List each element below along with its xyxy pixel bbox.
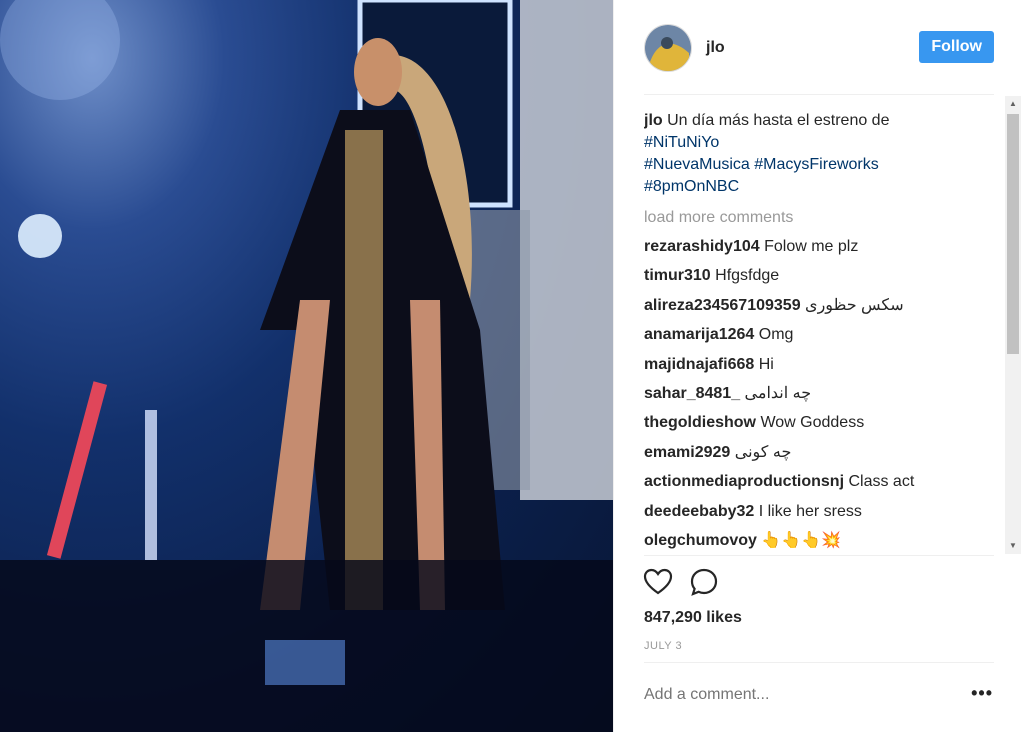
comment-text: چه کونی: [734, 443, 792, 461]
likes-count[interactable]: 847,290 likes: [644, 609, 742, 627]
caption-username[interactable]: jlo: [644, 112, 663, 129]
comment-text: Omg: [758, 326, 794, 344]
heart-icon[interactable]: [642, 566, 674, 598]
comment-item: majidnajafi668 Hi: [644, 354, 999, 376]
actions-divider: [644, 555, 994, 556]
hashtag-link[interactable]: #8pmOnNBC: [644, 178, 739, 195]
comment-username[interactable]: sahar_8481_: [644, 385, 740, 402]
add-comment-input[interactable]: [644, 686, 994, 704]
comment-text: Hi: [758, 355, 774, 373]
post-photo[interactable]: [0, 0, 613, 732]
comment-text: Wow Goddess: [760, 414, 865, 432]
caption: jlo Un día más hasta el estreno de #NiTu…: [644, 110, 999, 198]
stage-truss: [520, 0, 613, 500]
header-divider: [644, 94, 994, 95]
comment-item: sahar_8481_ چه اندامی: [644, 383, 999, 405]
comments-list: jlo Un día más hasta el estreno de #NiTu…: [644, 110, 999, 553]
post-username[interactable]: jlo: [706, 39, 725, 57]
comment-bubble-icon[interactable]: [688, 566, 720, 598]
stage-glow: [0, 0, 120, 100]
comment-username[interactable]: timur310: [644, 267, 711, 284]
comment-username[interactable]: alireza234567109359: [644, 297, 801, 314]
comment-username[interactable]: rezarashidy104: [644, 238, 760, 255]
comment-text: چه اندامی: [744, 384, 812, 402]
performer-face: [354, 38, 402, 106]
stage-light: [18, 214, 62, 258]
load-more-comments-link[interactable]: load more comments: [644, 207, 999, 229]
comment-username[interactable]: emami2929: [644, 444, 730, 461]
comment-item: anamarija1264 Omg: [644, 324, 999, 346]
glow-stick-white: [145, 410, 157, 560]
comment-item: emami2929 چه کونی: [644, 442, 999, 464]
caption-text: Un día más hasta el estreno de: [667, 112, 890, 129]
comments-scrollbar[interactable]: ▲ ▼: [1005, 96, 1021, 554]
scroll-down-arrow-icon[interactable]: ▼: [1005, 538, 1021, 554]
comment-item: actionmediaproductionsnj Class act: [644, 471, 999, 493]
comment-username[interactable]: deedeebaby32: [644, 503, 754, 520]
comment-username[interactable]: thegoldieshow: [644, 414, 756, 431]
post-sidebar: jlo Follow jlo Un día más hasta el estre…: [613, 0, 1023, 732]
scroll-up-arrow-icon[interactable]: ▲: [1005, 96, 1021, 112]
footer-divider: [644, 662, 994, 663]
comment-text: 👆👆👆💥: [761, 531, 842, 549]
comment-username[interactable]: olegchumovoy: [644, 532, 757, 549]
glow-stick-red: [46, 381, 108, 559]
dress-gold-panel: [345, 130, 383, 610]
comment-username[interactable]: actionmediaproductionsnj: [644, 473, 844, 490]
phone-screen: [265, 640, 345, 685]
comment-text: Folow me plz: [764, 238, 859, 255]
hashtag-link[interactable]: #NiTuNiYo: [644, 134, 719, 151]
comment-username[interactable]: anamarija1264: [644, 326, 754, 343]
avatar[interactable]: [644, 24, 692, 72]
comment-username[interactable]: majidnajafi668: [644, 356, 754, 373]
comment-item: olegchumovoy 👆👆👆💥: [644, 530, 999, 552]
follow-button[interactable]: Follow: [919, 31, 994, 63]
comment-item: deedeebaby32 I like her sress: [644, 501, 999, 523]
comment-text: Hfgsfdge: [715, 267, 780, 285]
comment-text: I like her sress: [758, 502, 862, 520]
comment-item: timur310 Hfgsfdge: [644, 265, 999, 287]
post-date[interactable]: JULY 3: [644, 640, 682, 652]
scroll-thumb[interactable]: [1007, 114, 1019, 354]
comment-item: rezarashidy104 Folow me plz: [644, 236, 999, 258]
comment-item: thegoldieshow Wow Goddess: [644, 412, 999, 434]
comment-item: alireza234567109359 سکس حظوری: [644, 295, 999, 317]
hashtag-link[interactable]: #MacysFireworks: [754, 156, 878, 173]
comment-text: سکس حظوری: [805, 296, 904, 314]
post-actions: [642, 566, 720, 598]
comment-text: Class act: [848, 473, 915, 491]
more-options-icon[interactable]: •••: [971, 683, 993, 704]
post-photo-illustration: [0, 0, 613, 732]
post-header: jlo Follow: [644, 22, 994, 74]
hashtag-link[interactable]: #NuevaMusica: [644, 156, 750, 173]
